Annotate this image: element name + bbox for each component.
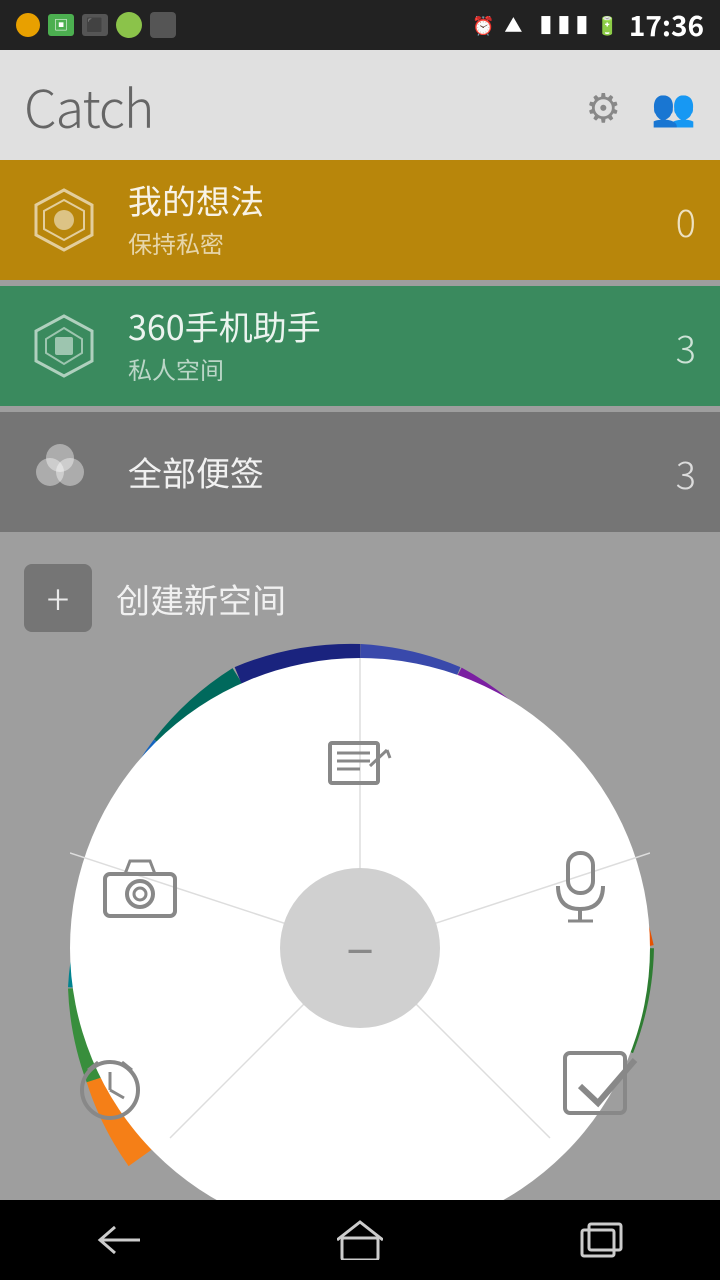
360-icon bbox=[24, 306, 104, 386]
users-icon[interactable]: 👥 bbox=[651, 79, 696, 131]
list-item-my-ideas[interactable]: 我的想法 保持私密 0 bbox=[0, 160, 720, 280]
my-ideas-count: 0 bbox=[656, 193, 696, 248]
app-icon-4 bbox=[150, 12, 176, 38]
home-button[interactable] bbox=[320, 1200, 400, 1280]
360-text: 360手机助手 私人空间 bbox=[128, 306, 656, 386]
all-notes-icon bbox=[24, 432, 104, 512]
battery-status-icon: 🔋 bbox=[596, 12, 618, 38]
settings-icon[interactable]: ⚙ bbox=[585, 76, 621, 134]
all-notes-title: 全部便签 bbox=[128, 452, 656, 493]
list-item-360[interactable]: 360手机助手 私人空间 3 bbox=[0, 286, 720, 406]
radial-check-icon[interactable] bbox=[560, 1048, 650, 1128]
app-icon-1: ▣ bbox=[48, 14, 74, 36]
radial-alarm-icon[interactable] bbox=[70, 1048, 150, 1128]
create-label: 创建新空间 bbox=[116, 574, 286, 623]
wifi-icon: ▲ bbox=[504, 12, 522, 38]
app-title: Catch bbox=[24, 68, 153, 143]
360-subtitle: 私人空间 bbox=[128, 351, 656, 386]
list-item-all-notes[interactable]: 全部便签 3 bbox=[0, 412, 720, 532]
my-ideas-text: 我的想法 保持私密 bbox=[128, 180, 656, 260]
status-icons-left: ▣ ⬛ bbox=[16, 12, 176, 38]
radial-mic-icon[interactable] bbox=[540, 848, 620, 928]
status-time: 17:36 bbox=[629, 5, 704, 45]
plus-icon: + bbox=[24, 564, 92, 632]
my-ideas-subtitle: 保持私密 bbox=[128, 225, 656, 260]
360-count: 3 bbox=[656, 319, 696, 374]
alarm-status-icon: ⏰ bbox=[472, 12, 494, 38]
app-icon-3 bbox=[116, 12, 142, 38]
app-icon-2: ⬛ bbox=[82, 14, 108, 36]
my-ideas-title: 我的想法 bbox=[128, 180, 656, 221]
radial-camera-icon[interactable] bbox=[100, 848, 180, 928]
radial-center-button[interactable]: − bbox=[280, 868, 440, 1028]
my-ideas-icon bbox=[24, 180, 104, 260]
signal-icon: ▐▐▐ bbox=[532, 12, 586, 38]
radial-note-icon[interactable] bbox=[320, 728, 400, 808]
radial-menu: − bbox=[40, 628, 680, 1268]
recent-button[interactable] bbox=[560, 1200, 640, 1280]
radial-area: − bbox=[0, 658, 720, 1188]
radial-minus-icon: − bbox=[347, 913, 374, 983]
back-button[interactable] bbox=[80, 1200, 160, 1280]
all-notes-count: 3 bbox=[656, 445, 696, 500]
header-actions: ⚙ 👥 bbox=[585, 76, 696, 134]
bottom-nav bbox=[0, 1200, 720, 1280]
app-header: Catch ⚙ 👥 bbox=[0, 50, 720, 160]
all-notes-text: 全部便签 bbox=[128, 452, 656, 493]
status-bar: ▣ ⬛ ⏰ ▲ ▐▐▐ 🔋 17:36 bbox=[0, 0, 720, 50]
battery-icon bbox=[16, 13, 40, 37]
360-title: 360手机助手 bbox=[128, 306, 656, 347]
status-icons-right: ⏰ ▲ ▐▐▐ 🔋 17:36 bbox=[472, 5, 704, 45]
